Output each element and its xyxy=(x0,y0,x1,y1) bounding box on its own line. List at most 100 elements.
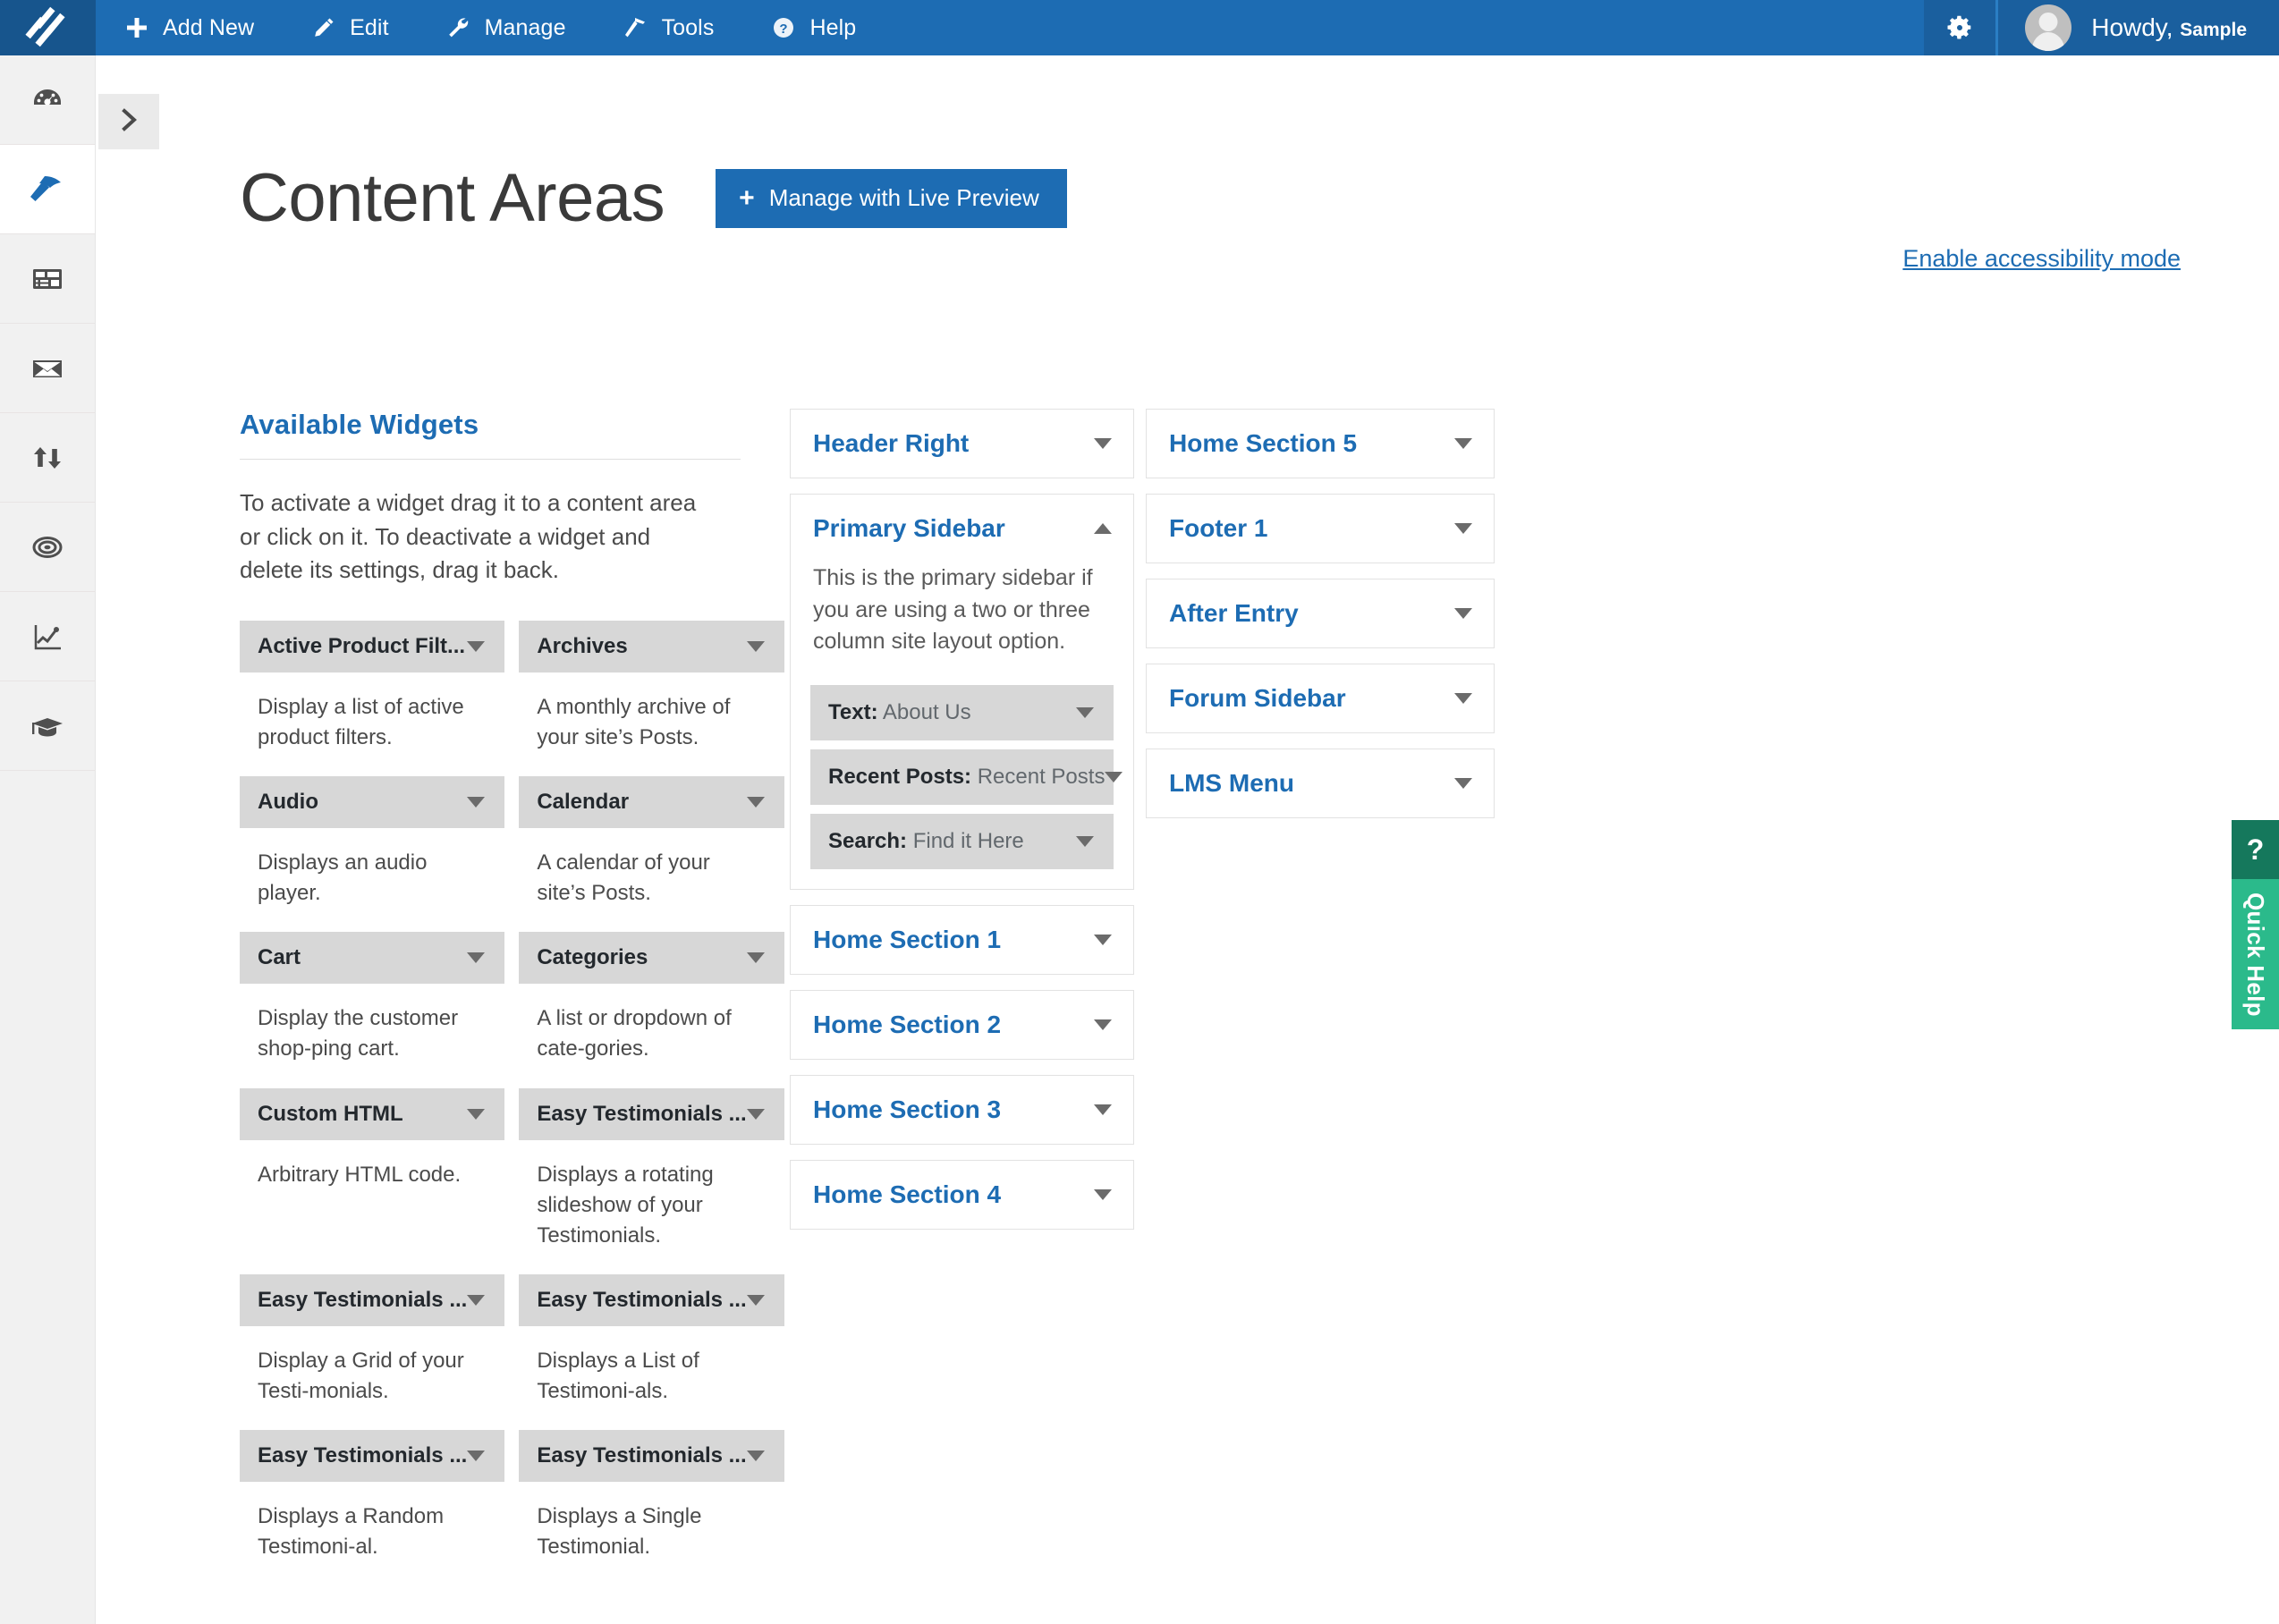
available-widget-name: Easy Testimonials ... xyxy=(258,1442,468,1468)
chevron-down-icon[interactable] xyxy=(1094,934,1112,945)
content-area-header[interactable]: Home Section 2 xyxy=(791,991,1133,1059)
available-widget-header[interactable]: Calendar xyxy=(519,776,784,829)
available-widget-name: Active Product Filt... xyxy=(258,634,466,659)
available-widget-card[interactable]: Active Product Filt... Display a list of … xyxy=(240,621,505,776)
sidebar-item-targets[interactable] xyxy=(0,503,95,592)
slashes-logo-icon xyxy=(24,4,72,51)
available-widget-card[interactable]: Categories A list or dropdown of cate-gor… xyxy=(519,932,784,1087)
assigned-widget-label: Recent Posts: Recent Posts xyxy=(828,765,1105,790)
sidebar-item-transfer[interactable] xyxy=(0,413,95,503)
available-widget-name: Easy Testimonials ... xyxy=(258,1287,468,1312)
sidebar-item-courses[interactable] xyxy=(0,681,95,771)
assigned-widget[interactable]: Search: Find it Here xyxy=(810,813,1114,869)
chevron-down-icon[interactable] xyxy=(1105,771,1123,782)
manage-with-live-preview-button[interactable]: + Manage with Live Preview xyxy=(716,169,1067,228)
chevron-down-icon[interactable] xyxy=(1094,1188,1112,1200)
chevron-down-icon[interactable] xyxy=(1454,608,1472,619)
content-area-header[interactable]: After Entry xyxy=(1147,579,1494,647)
content-area-panel: Footer 1 xyxy=(1146,494,1495,563)
brand-logo[interactable] xyxy=(0,0,96,55)
available-widget-header[interactable]: Easy Testimonials ... xyxy=(240,1429,505,1482)
chevron-down-icon[interactable] xyxy=(467,1294,486,1306)
sidebar-item-layouts[interactable] xyxy=(0,234,95,324)
menu-item-edit[interactable]: Edit xyxy=(283,0,417,55)
chevron-down-icon[interactable] xyxy=(467,1108,486,1120)
assigned-widget[interactable]: Text: About Us xyxy=(810,684,1114,740)
menu-item-tools[interactable]: Tools xyxy=(595,0,743,55)
chevron-down-icon[interactable] xyxy=(1454,778,1472,789)
content-area-header[interactable]: Primary Sidebar xyxy=(791,495,1133,562)
available-widget-card[interactable]: Easy Testimonials ... Displays a Single T… xyxy=(519,1429,784,1586)
available-widget-card[interactable]: Easy Testimonials ... Displays a List of … xyxy=(519,1273,784,1430)
content-area-header[interactable]: Home Section 4 xyxy=(791,1161,1133,1229)
available-widget-header[interactable]: Easy Testimonials ... xyxy=(519,1429,784,1482)
available-widget-name: Archives xyxy=(537,634,628,659)
live-preview-label: Manage with Live Preview xyxy=(768,184,1039,211)
content-area-header[interactable]: LMS Menu xyxy=(1147,749,1494,817)
available-widget-name: Custom HTML xyxy=(258,1101,403,1126)
menu-item-manage[interactable]: Manage xyxy=(418,0,595,55)
available-widget-card[interactable]: Easy Testimonials ... Display a Grid of y… xyxy=(240,1273,505,1430)
available-widget-header[interactable]: Easy Testimonials ... xyxy=(519,1087,784,1140)
enable-accessibility-mode-link[interactable]: Enable accessibility mode xyxy=(1902,245,2181,273)
content-area-panel: Home Section 3 xyxy=(790,1074,1134,1145)
available-widget-description: Display the customer shop-ping cart. xyxy=(258,1006,459,1062)
chevron-down-icon[interactable] xyxy=(1454,523,1472,534)
quick-help-tab[interactable]: ? Quick Help xyxy=(2232,820,2279,1029)
sidebar-item-appearance[interactable] xyxy=(0,145,95,234)
available-widget-card[interactable]: Easy Testimonials ... Displays a Random T… xyxy=(240,1429,505,1586)
content-area-header[interactable]: Home Section 1 xyxy=(791,906,1133,974)
available-widget-card[interactable]: Cart Display the customer shop-ping cart. xyxy=(240,932,505,1087)
chevron-down-icon[interactable] xyxy=(467,641,486,653)
available-widget-card[interactable]: Easy Testimonials ... Displays a rotating… xyxy=(519,1087,784,1274)
chevron-down-icon[interactable] xyxy=(746,952,765,964)
assigned-widget[interactable]: Recent Posts: Recent Posts xyxy=(810,749,1123,805)
chevron-down-icon[interactable] xyxy=(1076,706,1094,718)
sidebar-item-analytics[interactable] xyxy=(0,592,95,681)
available-widget-card[interactable]: Custom HTML Arbitrary HTML code. xyxy=(240,1087,505,1274)
menu-item-add-new[interactable]: Add New xyxy=(96,0,283,55)
sidebar-expand-toggle[interactable] xyxy=(98,94,159,149)
content-area-header[interactable]: Footer 1 xyxy=(1147,495,1494,562)
content-area-header[interactable]: Forum Sidebar xyxy=(1147,664,1494,732)
chevron-down-icon[interactable] xyxy=(746,797,765,808)
available-widget-header[interactable]: Active Product Filt... xyxy=(240,621,505,673)
chevron-down-icon[interactable] xyxy=(467,1450,486,1461)
menu-item-help[interactable]: ? Help xyxy=(742,0,885,55)
content-area-header[interactable]: Home Section 5 xyxy=(1147,410,1494,478)
available-widget-name: Easy Testimonials ... xyxy=(537,1101,747,1126)
available-widget-header[interactable]: Audio xyxy=(240,776,505,829)
available-widget-card[interactable]: Audio Displays an audio player. xyxy=(240,776,505,932)
chevron-down-icon[interactable] xyxy=(467,952,486,964)
account-menu[interactable]: Howdy, Sample xyxy=(1995,0,2279,55)
chevron-down-icon[interactable] xyxy=(1094,1019,1112,1030)
chevron-down-icon[interactable] xyxy=(1094,1104,1112,1115)
gear-icon[interactable] xyxy=(1924,0,1996,55)
chevron-down-icon[interactable] xyxy=(467,797,486,808)
available-widget-card[interactable]: Archives A monthly archive of your site’s… xyxy=(519,621,784,776)
available-widgets-description: To activate a widget drag it to a conten… xyxy=(240,489,697,584)
available-widget-header[interactable]: Archives xyxy=(519,621,784,673)
available-widget-card[interactable]: Calendar A calendar of your site’s Posts. xyxy=(519,776,784,932)
assigned-widget-type: Search: xyxy=(828,828,908,853)
sidebar-item-dashboard[interactable] xyxy=(0,55,95,145)
available-widget-header[interactable]: Custom HTML xyxy=(240,1087,505,1140)
chevron-down-icon[interactable] xyxy=(1094,438,1112,449)
content-area-header[interactable]: Home Section 3 xyxy=(791,1076,1133,1144)
chevron-up-icon[interactable] xyxy=(1094,523,1112,534)
available-widget-description: Display a Grid of your Testi-monials. xyxy=(258,1348,464,1403)
available-widget-header[interactable]: Easy Testimonials ... xyxy=(519,1273,784,1326)
sidebar-item-mail[interactable] xyxy=(0,324,95,413)
available-widget-header[interactable]: Easy Testimonials ... xyxy=(240,1273,505,1326)
chevron-down-icon[interactable] xyxy=(746,1108,765,1120)
chevron-down-icon[interactable] xyxy=(746,1294,765,1306)
content-area-header[interactable]: Header Right xyxy=(791,410,1133,478)
chevron-down-icon[interactable] xyxy=(746,1450,765,1461)
columns-container: Available Widgets To activate a widget d… xyxy=(240,409,2270,1586)
available-widget-header[interactable]: Categories xyxy=(519,932,784,985)
available-widget-header[interactable]: Cart xyxy=(240,932,505,985)
chevron-down-icon[interactable] xyxy=(1454,693,1472,704)
chevron-down-icon[interactable] xyxy=(1076,835,1094,847)
chevron-down-icon[interactable] xyxy=(1454,438,1472,449)
chevron-down-icon[interactable] xyxy=(746,641,765,653)
